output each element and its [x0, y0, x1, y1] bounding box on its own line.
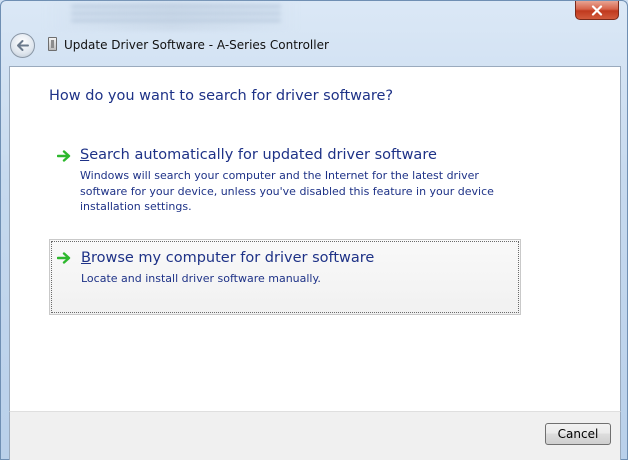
window-title: Update Driver Software - A-Series Contro… — [64, 38, 329, 52]
page-heading: How do you want to search for driver sof… — [49, 88, 394, 104]
cancel-button[interactable]: Cancel — [545, 423, 611, 445]
content-panel: How do you want to search for driver sof… — [9, 66, 621, 411]
back-arrow-icon — [17, 40, 29, 51]
search-automatically-option[interactable]: Search automatically for updated driver … — [49, 143, 521, 215]
accelerator-key: B — [81, 250, 91, 266]
green-arrow-icon — [57, 252, 71, 264]
option-description: Windows will search your computer and th… — [80, 169, 494, 213]
browse-computer-option[interactable]: Browse my computer for driver software L… — [49, 239, 521, 315]
back-button[interactable] — [10, 33, 35, 58]
background-glass-blur — [41, 1, 301, 31]
close-button[interactable] — [575, 1, 619, 20]
option-title: Browse my computer for driver software — [81, 250, 375, 266]
device-icon — [48, 37, 57, 51]
close-icon — [591, 4, 603, 16]
dialog-window: Update Driver Software - A-Series Contro… — [0, 0, 628, 460]
option-title: Search automatically for updated driver … — [80, 147, 437, 163]
option-description: Locate and install driver software manua… — [81, 272, 321, 285]
dialog-footer: Cancel — [9, 411, 621, 460]
green-arrow-icon — [57, 150, 71, 162]
accelerator-key: S — [80, 147, 90, 163]
